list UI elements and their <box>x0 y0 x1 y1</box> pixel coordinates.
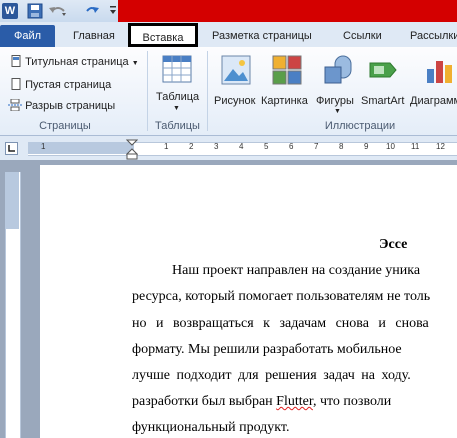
chevron-down-icon: ▼ <box>334 108 341 115</box>
smartart-icon <box>369 62 397 78</box>
redo-icon[interactable] <box>84 3 100 19</box>
title-bar: W <box>0 0 457 22</box>
ruler-mark: 6 <box>289 142 294 151</box>
smartart-label: SmartArt <box>361 95 405 107</box>
table-icon <box>162 55 192 83</box>
ruler-mark: 5 <box>264 142 269 151</box>
page-break-button[interactable]: Разрыв страницы <box>8 98 116 112</box>
ruler-mark: 3 <box>214 142 219 151</box>
document-line: формату. Мы решили разработать мобильное <box>132 342 402 357</box>
tables-group-label: Таблицы <box>155 120 200 132</box>
picture-label: Рисунок <box>214 95 256 107</box>
document-page[interactable]: Эссе Наш проект направлен на создание ун… <box>40 165 457 438</box>
ruler-mark: 10 <box>386 142 395 151</box>
clip-art-button[interactable]: Картинка <box>261 51 313 111</box>
table-button[interactable]: Таблица ▼ <box>153 51 201 115</box>
tab-references[interactable]: Ссылки <box>343 26 382 46</box>
ribbon-tabs: Файл Главная Вставка Разметка страницы С… <box>0 22 457 48</box>
vertical-ruler-top-margin <box>5 172 19 229</box>
title-bar-accent <box>118 0 457 22</box>
ruler-mark: 1 <box>41 142 46 151</box>
clip-art-label: Картинка <box>261 95 308 107</box>
tab-home[interactable]: Главная <box>73 26 115 46</box>
shapes-label: Фигуры <box>316 95 354 107</box>
cover-page-icon <box>11 55 21 67</box>
page-break-label: Разрыв страницы <box>25 100 116 112</box>
shapes-icon <box>324 55 352 84</box>
document-line: Наш проект направлен на создание уника <box>172 263 421 278</box>
tab-file[interactable]: Файл <box>0 25 55 47</box>
tab-insert[interactable]: Вставка <box>128 23 198 47</box>
ribbon: Титульная страница ▼ Пустая страница Раз… <box>0 47 457 136</box>
undo-icon[interactable] <box>48 3 68 19</box>
tab-stop-icon <box>8 145 15 152</box>
group-divider <box>207 51 208 131</box>
spelling-error-word[interactable]: Flutter <box>276 394 313 409</box>
clip-art-icon <box>272 55 302 85</box>
tab-selector[interactable] <box>5 142 18 155</box>
blank-page-button[interactable]: Пустая страница <box>10 78 111 91</box>
ruler-mark: 7 <box>314 142 319 151</box>
chevron-down-icon: ▼ <box>173 105 180 112</box>
cover-page-label: Титульная страница <box>25 56 129 68</box>
ruler-mark: 4 <box>239 142 244 151</box>
document-line: разработки был выбран Flutter, что позво… <box>132 394 391 410</box>
tab-page-layout[interactable]: Разметка страницы <box>212 26 312 46</box>
document-line-text: , что позволи <box>312 394 392 409</box>
shapes-button[interactable]: Фигуры ▼ <box>315 51 361 119</box>
save-icon[interactable] <box>27 3 43 19</box>
document-line: лучше подходит для решения задач на ходу… <box>132 368 411 383</box>
ruler-mark: 12 <box>436 142 445 151</box>
document-line: функциональный продукт. <box>132 420 290 435</box>
picture-icon <box>221 55 251 85</box>
chart-label: Диаграмма <box>410 95 457 107</box>
customize-qat-icon[interactable] <box>110 4 116 18</box>
chart-button[interactable]: Диаграмма <box>408 51 457 111</box>
chart-icon <box>427 61 452 83</box>
ruler-mark: 11 <box>411 142 420 151</box>
tab-mailings[interactable]: Рассылки <box>410 26 457 46</box>
cover-page-button[interactable]: Титульная страница ▼ <box>10 55 139 68</box>
ruler-mark: 8 <box>339 142 344 151</box>
document-line: но и возвращаться к задачам снова и снов… <box>132 316 429 331</box>
table-label: Таблица <box>156 91 200 103</box>
ruler-marks: 1 1 2 3 4 5 6 7 8 9 10 11 12 <box>28 142 457 154</box>
chevron-down-icon: ▼ <box>131 60 139 67</box>
ruler-mark: 9 <box>364 142 369 151</box>
blank-page-icon <box>11 78 21 90</box>
group-divider <box>147 51 148 131</box>
document-title: Эссе <box>379 237 408 252</box>
smartart-button[interactable]: SmartArt <box>360 51 406 111</box>
blank-page-label: Пустая страница <box>25 79 112 91</box>
picture-button[interactable]: Рисунок <box>212 51 260 111</box>
page-break-icon <box>8 98 22 112</box>
indent-marker-icon[interactable] <box>126 139 138 161</box>
document-line: ресурса, который помогает пользователям … <box>132 289 431 304</box>
illustrations-group-label: Иллюстрации <box>324 120 396 132</box>
ruler-mark: 1 <box>164 142 169 151</box>
pages-group-label: Страницы <box>39 120 91 132</box>
word-logo-icon[interactable]: W <box>2 3 18 19</box>
ruler-mark: 2 <box>189 142 194 151</box>
document-line-text: разработки был выбран <box>132 394 273 409</box>
